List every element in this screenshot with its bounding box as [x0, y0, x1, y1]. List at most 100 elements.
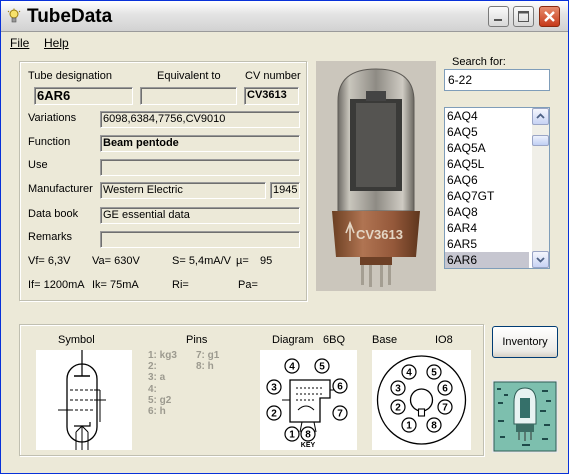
- list-item[interactable]: 6AR6: [445, 252, 529, 268]
- tube-listbox[interactable]: 6AQ4 6AQ5 6AQ5A 6AQ5L 6AQ6 6AQ7GT 6AQ8 6AR4 6AR5…: [444, 107, 550, 269]
- pin-entry: 7: g1: [196, 350, 220, 361]
- equivalent-to-field[interactable]: [140, 87, 237, 105]
- symbol-panel: [36, 350, 132, 450]
- list-item[interactable]: 6AR4: [445, 220, 529, 236]
- function-field[interactable]: Beam pentode: [100, 135, 300, 152]
- pin-number: 7: [337, 409, 343, 420]
- use-label: Use: [28, 159, 48, 171]
- pin-number: 3: [395, 384, 401, 395]
- pin-number: 5: [431, 368, 437, 379]
- list-item[interactable]: 6AQ4: [445, 108, 529, 124]
- chevron-up-icon: [536, 113, 545, 119]
- base-label: Base: [372, 334, 398, 346]
- pin-number: 8: [305, 430, 311, 441]
- base-code: IO8: [435, 334, 453, 346]
- data-book-field[interactable]: GE essential data: [100, 207, 300, 224]
- diagram-panel: 1 2 3 4 5 6 7 8 KEY: [260, 350, 357, 450]
- pin-number: 1: [289, 430, 295, 441]
- scroll-up-button[interactable]: [532, 108, 549, 125]
- tube-designation-label: Tube designation: [28, 70, 112, 82]
- window-title: TubeData: [27, 6, 113, 27]
- pins-right-column: 7: g1 8: h: [196, 350, 219, 372]
- tube-photo-image: CV3613: [316, 61, 436, 291]
- pin-number: 4: [289, 362, 295, 373]
- list-item[interactable]: 6AQ8: [445, 204, 529, 220]
- data-book-label: Data book: [28, 208, 79, 220]
- list-item[interactable]: 6AQ6: [445, 172, 529, 188]
- title-bar[interactable]: TubeData: [1, 1, 568, 32]
- symbol-label: Symbol: [58, 334, 95, 346]
- tube-designation-field[interactable]: 6AR6: [34, 87, 133, 105]
- pin-entry: 4:: [148, 383, 157, 395]
- vf-value: Vf= 6,3V: [28, 255, 71, 267]
- search-label: Search for:: [452, 56, 506, 68]
- pin-diagram: 1 2 3 4 5 6 7 8KEY: [266, 358, 348, 449]
- function-label: Function: [28, 136, 71, 148]
- inventory-button[interactable]: Inventory: [492, 326, 558, 358]
- search-input[interactable]: 6-22: [444, 69, 550, 91]
- diagram-code: 6BQ: [323, 334, 346, 346]
- use-field[interactable]: [100, 159, 300, 176]
- mu-label: µ=: [236, 255, 249, 267]
- maximize-button[interactable]: [513, 6, 534, 27]
- pin-number: 8: [431, 421, 437, 432]
- list-item[interactable]: 6AQ7GT: [445, 188, 529, 204]
- s-value: S= 5,4mA/V: [172, 255, 232, 267]
- ri-value: Ri=: [172, 279, 189, 291]
- pin-number: 2: [271, 409, 277, 420]
- pin-number: 3: [271, 383, 277, 394]
- minimize-button[interactable]: [488, 6, 509, 27]
- variations-label: Variations: [28, 112, 77, 124]
- base-panel: 12 34 56 78: [372, 350, 471, 450]
- variations-field[interactable]: 6098,6384,7756,CV9010: [100, 111, 300, 128]
- pins-label: Pins: [186, 334, 208, 346]
- list-item[interactable]: 6AR5: [445, 236, 529, 252]
- list-item[interactable]: 6AQ5: [445, 124, 529, 140]
- close-icon: [544, 11, 555, 22]
- if-value: If= 1200mA: [28, 279, 85, 291]
- remarks-field[interactable]: [100, 231, 300, 248]
- tube-app-icon: [7, 8, 21, 23]
- cv-number-label: CV number: [245, 70, 301, 82]
- diagram-key-label: KEY: [301, 442, 316, 449]
- pin-entry: 3: a: [148, 372, 166, 384]
- pins-left-column: 1: kg3 2: 3: a 4: 5: g2 6: h: [148, 350, 177, 417]
- pin-number: 6: [442, 384, 448, 395]
- va-value: Va= 630V: [92, 255, 140, 267]
- tube-logo-icon: [493, 381, 557, 452]
- pin-number: 5: [319, 362, 325, 373]
- pin-entry: 1: kg3: [148, 350, 177, 361]
- pin-number: 7: [442, 403, 448, 414]
- equivalent-to-label: Equivalent to: [157, 70, 221, 82]
- pins-list: 1: kg3 2: 3: a 4: 5: g2 6: h 7: g1 8: h: [148, 350, 246, 450]
- pin-entry: 6: h: [148, 405, 166, 417]
- close-button[interactable]: [539, 6, 560, 27]
- pin-entry: 2:: [148, 361, 157, 373]
- pin-entry: 5: g2: [148, 394, 172, 406]
- manufacturer-label: Manufacturer: [28, 183, 93, 195]
- octal-base-icon: 12 34 56 78: [376, 355, 467, 445]
- menu-help[interactable]: Help: [44, 36, 69, 50]
- maximize-icon: [518, 11, 529, 22]
- scroll-down-button[interactable]: [532, 251, 549, 268]
- pa-value: Pa=: [238, 279, 258, 291]
- list-item[interactable]: 6AQ5A: [445, 140, 529, 156]
- manufacturer-field[interactable]: Western Electric: [100, 182, 266, 199]
- chevron-down-icon: [536, 257, 545, 263]
- pin-number: 6: [337, 382, 343, 393]
- year-field[interactable]: 1945: [270, 182, 300, 199]
- list-item[interactable]: 6AQ5L: [445, 156, 529, 172]
- remarks-label: Remarks: [28, 231, 73, 243]
- menu-file[interactable]: File: [10, 36, 29, 50]
- scroll-thumb[interactable]: [532, 135, 549, 146]
- menu-bar: File Help: [1, 32, 568, 52]
- diagram-label: Diagram: [272, 334, 314, 346]
- pin-entry: 8: h: [196, 361, 214, 373]
- mu-value: 95: [260, 255, 273, 267]
- pentode-symbol-icon: [58, 350, 106, 450]
- app-logo: [492, 380, 558, 453]
- main-window: TubeData File Help Tube designation Equi…: [0, 0, 569, 474]
- cv-number-field[interactable]: CV3613: [244, 87, 299, 105]
- list-scrollbar[interactable]: [532, 108, 549, 268]
- pin-number: 1: [406, 421, 412, 432]
